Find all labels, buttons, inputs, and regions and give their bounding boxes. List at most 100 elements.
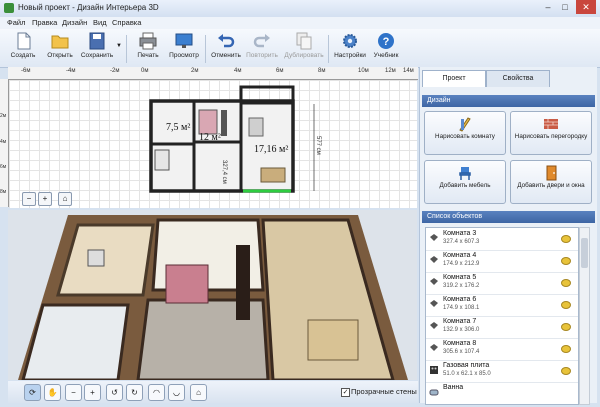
- scrollbar-thumb[interactable]: [581, 238, 588, 268]
- room-icon: [429, 277, 439, 287]
- zoom-in-3d-button[interactable]: +: [84, 384, 101, 401]
- door-icon: [546, 165, 557, 181]
- brick-wall-icon: [544, 119, 558, 129]
- list-item[interactable]: Ванна: [426, 382, 578, 404]
- menu-edit[interactable]: Правка: [32, 18, 57, 27]
- gas-stove-icon: [429, 365, 439, 375]
- room-area-label: 12 м²: [199, 132, 221, 143]
- room-icon: [429, 321, 439, 331]
- tab-project[interactable]: Проект: [422, 70, 486, 87]
- home-view-button[interactable]: ⌂: [58, 192, 72, 206]
- duplicate-button[interactable]: Дублировать: [282, 31, 326, 65]
- room-icon: [429, 255, 439, 265]
- open-button[interactable]: Открыть: [40, 31, 80, 65]
- save-button[interactable]: Сохранить: [77, 31, 117, 65]
- ruler-tick: 14м: [403, 68, 414, 74]
- zoom-in-button[interactable]: +: [38, 192, 52, 206]
- objects-section-header: Список объектов: [422, 211, 595, 223]
- visibility-eye-icon[interactable]: [561, 367, 571, 375]
- transparent-walls-checkbox[interactable]: ✓: [341, 388, 350, 397]
- visibility-eye-icon[interactable]: [561, 301, 571, 309]
- list-scrollbar[interactable]: [579, 227, 590, 405]
- ruler-tick: 6м: [0, 164, 7, 170]
- tutorial-button[interactable]: ? Учебник: [366, 31, 406, 65]
- design-section-header: Дизайн: [422, 95, 595, 107]
- draw-partition-button[interactable]: Нарисовать перегородку: [510, 111, 592, 155]
- ruler-tick: -6м: [21, 68, 31, 74]
- 3d-controls-bar: ⟳ ✋ − + ↺ ↻ ◠ ◡ ⌂ ✓ Прозрачные стены: [8, 381, 418, 403]
- maximize-button[interactable]: □: [557, 0, 573, 14]
- toolbar-separator: [126, 35, 127, 63]
- add-doors-windows-button[interactable]: Добавить двери и окна: [510, 160, 592, 204]
- ruler-tick: -4м: [66, 68, 76, 74]
- objects-list[interactable]: Комната 3 327.4 x 607.3 Комната 4 174.9 …: [425, 227, 579, 405]
- ruler-tick: 2м: [191, 68, 199, 74]
- floppy-disk-icon: [89, 32, 105, 50]
- rotate-left-button[interactable]: ↺: [106, 384, 123, 401]
- settings-button[interactable]: Настройки: [330, 31, 370, 65]
- tilt-down-button[interactable]: ◡: [168, 384, 185, 401]
- minimize-button[interactable]: –: [540, 0, 556, 14]
- printer-icon: [139, 32, 157, 50]
- ruler-tick: 0м: [141, 68, 149, 74]
- rotate-mode-button[interactable]: ⟳: [24, 384, 41, 401]
- horizontal-ruler: -6м -4м -2м 0м 2м 4м 6м 8м 10м 12м 14м: [8, 67, 418, 80]
- menu-help[interactable]: Справка: [112, 18, 141, 27]
- create-button[interactable]: Создать: [3, 31, 43, 65]
- ruler-tick: 4м: [0, 139, 7, 145]
- vertical-ruler: 2м 4м 6м 8м: [0, 79, 9, 207]
- visibility-eye-icon[interactable]: [561, 257, 571, 265]
- gear-icon: [343, 34, 357, 48]
- list-item[interactable]: Комната 4 174.9 x 212.9: [426, 250, 578, 273]
- pan-hand-button[interactable]: ✋: [44, 384, 61, 401]
- ruler-tick: 10м: [358, 68, 369, 74]
- 3d-scene: [18, 215, 408, 380]
- list-item[interactable]: Комната 5 319.2 x 176.2: [426, 272, 578, 295]
- visibility-eye-icon[interactable]: [561, 345, 571, 353]
- tab-properties[interactable]: Свойства: [486, 70, 550, 87]
- visibility-eye-icon[interactable]: [561, 279, 571, 287]
- rotate-right-button[interactable]: ↻: [126, 384, 143, 401]
- home-3d-button[interactable]: ⌂: [190, 384, 207, 401]
- menu-file[interactable]: Файл: [7, 18, 25, 27]
- ruler-tick: -2м: [110, 68, 120, 74]
- title-bar: Новый проект - Дизайн Интерьера 3D – □ ✕: [0, 0, 600, 18]
- list-item[interactable]: Комната 3 327.4 x 607.3: [426, 228, 578, 251]
- side-panel: Проект Свойства Дизайн Нарисовать комнат…: [419, 67, 597, 405]
- undo-button[interactable]: Отменить: [206, 31, 246, 65]
- ruler-tick: 8м: [0, 189, 7, 195]
- add-furniture-button[interactable]: Добавить мебель: [424, 160, 506, 204]
- ruler-tick: 2м: [0, 113, 7, 119]
- menu-view[interactable]: Вид: [93, 18, 107, 27]
- help-icon: ?: [378, 33, 394, 49]
- menu-design[interactable]: Дизайн: [62, 18, 87, 27]
- undo-arrow-icon: [218, 34, 235, 48]
- pencil-ruler-icon: [459, 117, 471, 132]
- room-area-label: 17,16 м²: [254, 144, 288, 155]
- app-icon: [4, 3, 14, 13]
- floor-plan-drawing[interactable]: 7,5 м² 12 м² 17,16 м² 327,4 см 577 см: [9, 80, 417, 208]
- save-dropdown-arrow[interactable]: ▼: [116, 43, 122, 49]
- 3d-view[interactable]: [8, 210, 417, 380]
- visibility-eye-icon[interactable]: [561, 323, 571, 331]
- list-item[interactable]: Комната 6 174.9 x 108.1: [426, 294, 578, 317]
- window-title: Новый проект - Дизайн Интерьера 3D: [18, 3, 159, 12]
- zoom-out-3d-button[interactable]: −: [65, 384, 82, 401]
- draw-room-button[interactable]: Нарисовать комнату: [424, 111, 506, 155]
- print-button[interactable]: Печать: [128, 31, 168, 65]
- list-item[interactable]: Комната 8 305.6 x 107.4: [426, 338, 578, 361]
- preview-button[interactable]: Просмотр: [164, 31, 204, 65]
- list-item[interactable]: Газовая плита 51.0 x 62.1 x 85.0: [426, 360, 578, 383]
- tilt-up-button[interactable]: ◠: [148, 384, 165, 401]
- menu-bar: Файл Правка Дизайн Вид Справка: [0, 17, 600, 29]
- dimension-label: 577 см: [315, 136, 321, 155]
- visibility-eye-icon[interactable]: [561, 235, 571, 243]
- room-icon: [429, 299, 439, 309]
- zoom-out-button[interactable]: −: [22, 192, 36, 206]
- folder-icon: [51, 35, 69, 49]
- chair-icon: [459, 167, 471, 180]
- redo-button[interactable]: Повторить: [242, 31, 282, 65]
- toolbar: Создать Открыть Сохранить ▼ Печать Просм…: [0, 29, 600, 68]
- list-item[interactable]: Комната 7 132.9 x 306.0: [426, 316, 578, 339]
- close-button[interactable]: ✕: [576, 0, 596, 14]
